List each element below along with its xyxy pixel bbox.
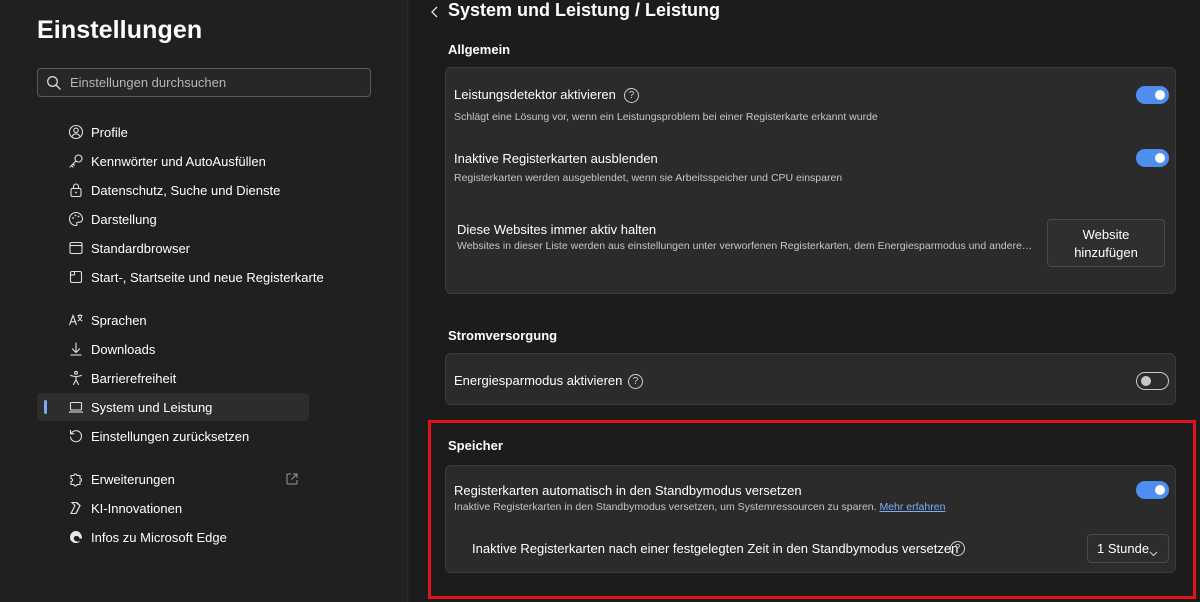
sidebar: Einstellungen Profile Kennwörter und Aut… xyxy=(0,0,408,602)
power-card: Energiesparmodus aktivieren ? xyxy=(445,353,1176,405)
sidebar-item-label: System und Leistung xyxy=(91,400,213,415)
sidebar-item-label: Erweiterungen xyxy=(91,472,175,487)
memory-card: Registerkarten automatisch in den Standb… xyxy=(445,465,1176,573)
sidebar-item-default-browser[interactable]: Standardbrowser xyxy=(37,234,309,262)
sidebar-item-label: Darstellung xyxy=(91,212,157,227)
energy-saver-toggle[interactable] xyxy=(1136,372,1169,390)
chevron-down-icon xyxy=(1149,545,1158,557)
sidebar-item-appearance[interactable]: Darstellung xyxy=(37,205,309,233)
perf-detector-toggle[interactable] xyxy=(1136,86,1169,104)
add-website-button-line2: hinzufügen xyxy=(1074,245,1138,260)
edge-icon xyxy=(68,529,84,545)
help-icon[interactable]: ? xyxy=(628,374,643,389)
sidebar-item-languages[interactable]: Sprachen xyxy=(37,306,309,334)
browser-icon xyxy=(68,240,84,256)
toggle-knob xyxy=(1155,90,1165,100)
always-active-title: Diese Websites immer aktiv halten xyxy=(457,222,657,237)
sidebar-item-label: Datenschutz, Suche und Dienste xyxy=(91,183,281,198)
sidebar-item-label: Profile xyxy=(91,125,128,140)
toggle-knob xyxy=(1155,153,1165,163)
sidebar-item-profile[interactable]: Profile xyxy=(37,118,309,146)
sidebar-item-label: Barrierefreiheit xyxy=(91,371,177,386)
help-icon[interactable]: ? xyxy=(950,541,965,556)
download-icon xyxy=(68,341,84,357)
hide-inactive-toggle[interactable] xyxy=(1136,149,1169,167)
extension-icon xyxy=(68,471,84,487)
breadcrumb: System und Leistung / Leistung xyxy=(448,0,721,20)
lock-icon xyxy=(68,182,84,198)
profile-icon xyxy=(68,124,84,140)
newtab-icon xyxy=(68,269,84,285)
sidebar-item-label: Infos zu Microsoft Edge xyxy=(91,530,227,545)
appearance-icon xyxy=(68,211,84,227)
add-website-button-line1: Website xyxy=(1082,227,1130,242)
toggle-knob xyxy=(1141,376,1151,386)
section-title-memory: Speicher xyxy=(448,438,503,453)
sidebar-item-about-edge[interactable]: Infos zu Microsoft Edge xyxy=(37,523,309,551)
language-icon xyxy=(68,312,84,328)
hide-inactive-title: Inaktive Registerkarten ausblenden xyxy=(454,151,658,166)
sidebar-item-label: Start-, Startseite und neue Registerkart… xyxy=(91,270,324,285)
sidebar-item-passwords[interactable]: Kennwörter und AutoAusfüllen xyxy=(37,147,309,175)
laptop-icon xyxy=(68,399,84,415)
energy-saver-title: Energiesparmodus aktivieren xyxy=(454,373,623,388)
sidebar-item-label: Standardbrowser xyxy=(91,241,190,256)
section-title-power: Stromversorgung xyxy=(448,328,558,343)
perf-detector-desc: Schlägt eine Lösung vor, wenn ein Leistu… xyxy=(454,111,878,123)
ai-icon xyxy=(68,500,84,516)
learn-more-link[interactable]: Mehr erfahren xyxy=(879,501,945,513)
sidebar-item-label: KI-Innovationen xyxy=(91,501,183,516)
hide-inactive-desc: Registerkarten werden ausgeblendet, wenn… xyxy=(454,172,843,184)
sidebar-item-ai-innovations[interactable]: KI-Innovationen xyxy=(37,494,309,522)
app-title: Einstellungen xyxy=(37,16,203,44)
accessibility-icon xyxy=(68,370,84,386)
help-icon[interactable]: ? xyxy=(624,88,639,103)
sleep-after-title: Inaktive Registerkarten nach einer festg… xyxy=(472,541,959,556)
sidebar-item-extensions[interactable]: Erweiterungen xyxy=(37,465,309,493)
sidebar-item-reset[interactable]: Einstellungen zurücksetzen xyxy=(37,422,309,450)
sleeping-tabs-desc-text: Inaktive Registerkarten in den Standbymo… xyxy=(454,501,877,513)
perf-detector-title: Leistungsdetektor aktivieren xyxy=(454,87,616,102)
sidebar-item-privacy[interactable]: Datenschutz, Suche und Dienste xyxy=(37,176,309,204)
sidebar-item-accessibility[interactable]: Barrierefreiheit xyxy=(37,364,309,392)
sidebar-item-label: Downloads xyxy=(91,342,156,357)
always-active-desc: Websites in dieser Liste werden aus eins… xyxy=(457,240,1033,252)
sidebar-item-system-performance[interactable]: System und Leistung xyxy=(37,393,309,421)
key-icon xyxy=(68,153,84,169)
sidebar-item-downloads[interactable]: Downloads xyxy=(37,335,309,363)
sidebar-item-label: Kennwörter und AutoAusfüllen xyxy=(91,154,266,169)
sleeping-tabs-desc: Inaktive Registerkarten in den Standbymo… xyxy=(454,501,945,513)
search-box[interactable] xyxy=(37,68,371,97)
add-website-button[interactable]: Website hinzufügen xyxy=(1047,219,1165,267)
section-title-general: Allgemein xyxy=(448,42,511,57)
sidebar-item-start-page[interactable]: Start-, Startseite und neue Registerkart… xyxy=(37,263,324,291)
main-content: System und Leistung / Leistung Allgemein… xyxy=(409,0,1200,602)
back-chevron-icon[interactable] xyxy=(429,5,441,19)
external-link-icon xyxy=(285,472,299,486)
general-card: Leistungsdetektor aktivieren ? Schlägt e… xyxy=(445,67,1176,294)
sleeping-tabs-title: Registerkarten automatisch in den Standb… xyxy=(454,483,802,498)
sleep-after-value: 1 Stunde xyxy=(1097,541,1150,556)
toggle-knob xyxy=(1155,485,1165,495)
sidebar-item-label: Sprachen xyxy=(91,313,147,328)
sleep-after-dropdown[interactable]: 1 Stunde xyxy=(1087,534,1169,563)
sidebar-item-label: Einstellungen zurücksetzen xyxy=(91,429,250,444)
reset-icon xyxy=(68,428,84,444)
sleeping-tabs-toggle[interactable] xyxy=(1136,481,1169,499)
search-input[interactable] xyxy=(70,75,360,90)
search-icon xyxy=(46,75,62,91)
